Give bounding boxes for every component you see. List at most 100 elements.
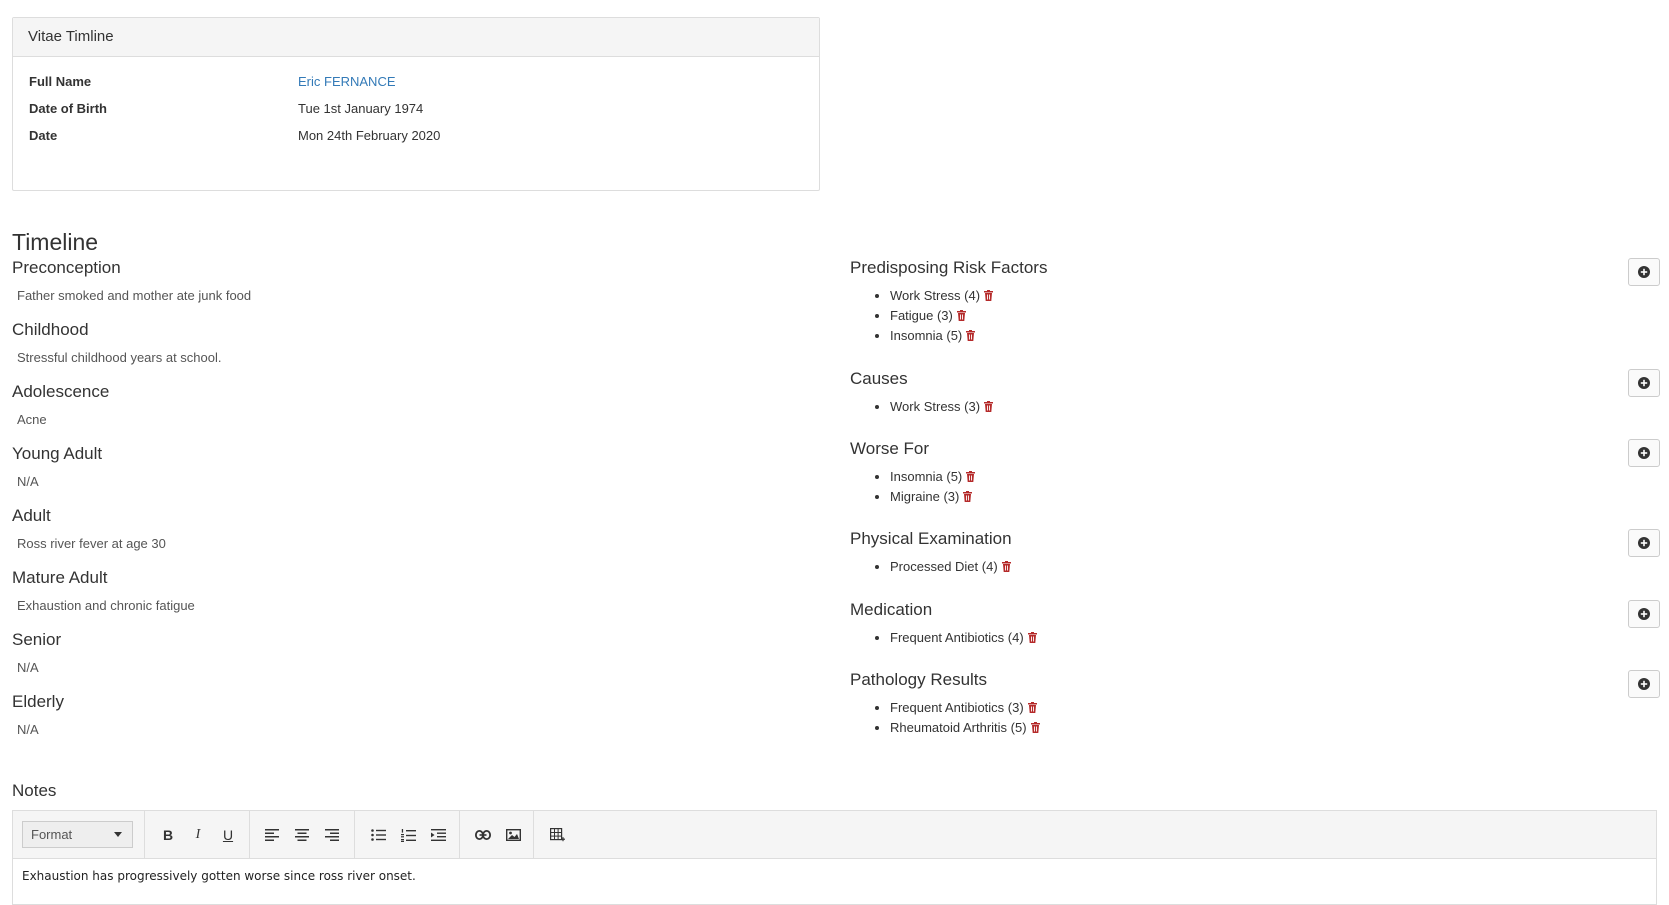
list-item: Work Stress (4)	[890, 286, 1660, 306]
trash-icon[interactable]	[1027, 702, 1037, 713]
plus-circle-icon	[1638, 447, 1650, 459]
stage-elderly: Elderly N/A	[12, 692, 812, 737]
category-medication: Medication Frequent Antibiotics (4)	[850, 600, 1660, 648]
stage-title: Senior	[12, 630, 62, 649]
insert-table-button[interactable]	[544, 823, 570, 847]
table-icon	[549, 828, 565, 842]
toolbar-divider	[144, 811, 145, 858]
full-name-label: Full Name	[29, 74, 92, 89]
item-label: Insomnia (5)	[890, 469, 963, 484]
align-center-icon	[295, 829, 309, 841]
notes-editor: Format B I U Exhaustion has progressivel…	[12, 810, 1657, 905]
trash-icon[interactable]	[966, 330, 976, 341]
category-title: Medication	[850, 600, 933, 619]
category-list: Work Stress (3)	[850, 397, 1660, 417]
stage-text[interactable]: Ross river fever at age 30	[12, 536, 812, 551]
numbered-list-button[interactable]	[395, 823, 421, 847]
category-title: Pathology Results	[850, 670, 988, 689]
trash-icon[interactable]	[963, 491, 973, 502]
insert-link-button[interactable]	[470, 823, 496, 847]
item-label: Fatigue (3)	[890, 308, 953, 323]
stage-adult: Adult Ross river fever at age 30	[12, 506, 812, 551]
category-list: Frequent Antibiotics (4)	[850, 628, 1660, 648]
stage-childhood: Childhood Stressful childhood years at s…	[12, 320, 812, 365]
stage-title: Mature Adult	[12, 568, 108, 587]
stage-title: Preconception	[12, 258, 121, 277]
bold-button[interactable]: B	[155, 823, 181, 847]
list-item: Fatigue (3)	[890, 306, 1660, 326]
plus-circle-icon	[1638, 537, 1650, 549]
toolbar-divider	[533, 811, 534, 858]
trash-icon[interactable]	[1030, 722, 1040, 733]
category-worse-for: Worse For Insomnia (5) Migraine (3)	[850, 439, 1660, 507]
plus-circle-icon	[1638, 377, 1650, 389]
add-pathology-result-button[interactable]	[1628, 670, 1660, 698]
stage-title: Young Adult	[12, 444, 103, 463]
stage-text[interactable]: N/A	[12, 660, 812, 675]
add-physical-examination-button[interactable]	[1628, 529, 1660, 557]
italic-button[interactable]: I	[185, 823, 211, 847]
bulleted-list-icon	[370, 829, 386, 841]
list-item: Migraine (3)	[890, 487, 1660, 507]
stage-text[interactable]: Exhaustion and chronic fatigue	[12, 598, 812, 613]
stage-text[interactable]: Stressful childhood years at school.	[12, 350, 812, 365]
toolbar-divider	[459, 811, 460, 858]
item-label: Insomnia (5)	[890, 328, 963, 343]
item-label: Work Stress (4)	[890, 288, 981, 303]
plus-circle-icon	[1638, 678, 1650, 690]
list-item: Rheumatoid Arthritis (5)	[890, 718, 1660, 738]
align-left-icon	[265, 829, 279, 841]
trash-icon[interactable]	[1027, 632, 1037, 643]
trash-icon[interactable]	[956, 310, 966, 321]
category-title: Predisposing Risk Factors	[850, 258, 1048, 277]
stage-preconception: Preconception Father smoked and mother a…	[12, 258, 812, 303]
add-medication-button[interactable]	[1628, 600, 1660, 628]
stage-text[interactable]: N/A	[12, 474, 812, 489]
toolbar-divider	[249, 811, 250, 858]
format-dropdown[interactable]: Format	[22, 821, 133, 848]
trash-icon[interactable]	[984, 290, 994, 301]
toolbar-divider	[354, 811, 355, 858]
stage-text[interactable]: Acne	[12, 412, 812, 427]
category-title: Worse For	[850, 439, 930, 458]
patient-info-panel: Vitae Timline Full Name Eric FERNANCE Da…	[12, 17, 820, 191]
full-name-link[interactable]: Eric FERNANCE	[298, 74, 396, 89]
align-right-button[interactable]	[319, 823, 345, 847]
add-cause-button[interactable]	[1628, 369, 1660, 397]
add-worse-for-button[interactable]	[1628, 439, 1660, 467]
item-label: Migraine (3)	[890, 489, 960, 504]
stage-text[interactable]: Father smoked and mother ate junk food	[12, 288, 812, 303]
indent-button[interactable]	[425, 823, 451, 847]
trash-icon[interactable]	[1001, 561, 1011, 572]
category-pathology-results: Pathology Results Frequent Antibiotics (…	[850, 670, 1660, 738]
stage-text[interactable]: N/A	[12, 722, 812, 737]
link-icon	[475, 830, 491, 840]
notes-title: Notes	[12, 781, 57, 800]
stage-adolescence: Adolescence Acne	[12, 382, 812, 427]
list-item: Insomnia (5)	[890, 326, 1660, 346]
underline-button[interactable]: U	[215, 823, 241, 847]
add-risk-factor-button[interactable]	[1628, 258, 1660, 286]
trash-icon[interactable]	[966, 471, 976, 482]
insert-image-button[interactable]	[500, 823, 526, 847]
stage-young-adult: Young Adult N/A	[12, 444, 812, 489]
plus-circle-icon	[1638, 266, 1650, 278]
bulleted-list-button[interactable]	[365, 823, 391, 847]
align-left-button[interactable]	[259, 823, 285, 847]
category-causes: Causes Work Stress (3)	[850, 369, 1660, 417]
list-item: Work Stress (3)	[890, 397, 1660, 417]
timeline-title: Timeline	[12, 229, 99, 255]
item-label: Work Stress (3)	[890, 399, 981, 414]
format-dropdown-label: Format	[31, 827, 73, 842]
trash-icon[interactable]	[984, 401, 994, 412]
item-label: Processed Diet (4)	[890, 559, 998, 574]
panel-title: Vitae Timline	[13, 18, 819, 57]
category-predisposing-risk-factors: Predisposing Risk Factors Work Stress (4…	[850, 258, 1660, 346]
numbered-list-icon	[400, 828, 416, 842]
category-title: Physical Examination	[850, 529, 1012, 548]
notes-content[interactable]: Exhaustion has progressively gotten wors…	[13, 859, 1656, 893]
stage-title: Adolescence	[12, 382, 110, 401]
image-icon	[505, 829, 521, 841]
align-center-button[interactable]	[289, 823, 315, 847]
category-list: Processed Diet (4)	[850, 557, 1660, 577]
